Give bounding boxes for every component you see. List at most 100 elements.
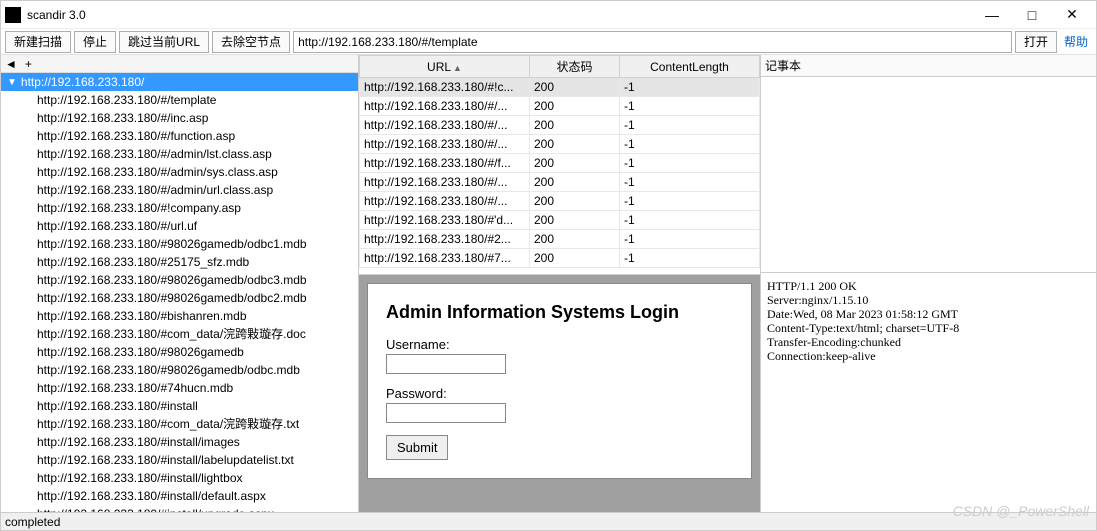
cell-url: http://192.168.233.180/#/... <box>360 97 530 116</box>
tree-item[interactable]: http://192.168.233.180/#98026gamedb/odbc… <box>1 361 358 379</box>
tree-item[interactable]: http://192.168.233.180/#com_data/浣跨敤璇存.d… <box>1 325 358 343</box>
tree-item[interactable]: http://192.168.233.180/#install/lightbox <box>1 469 358 487</box>
tree-item[interactable]: http://192.168.233.180/#install/upgrade.… <box>1 505 358 512</box>
help-link[interactable]: 帮助 <box>1060 33 1092 50</box>
tree-item[interactable]: http://192.168.233.180/#98026gamedb <box>1 343 358 361</box>
table-row[interactable]: http://192.168.233.180/#/...200-1 <box>360 192 760 211</box>
tree-tab-collapse[interactable]: ◄ <box>5 57 17 71</box>
tree-tab-add[interactable]: + <box>25 57 32 71</box>
tree-item[interactable]: http://192.168.233.180/#install/images <box>1 433 358 451</box>
results-table: URL▲ 状态码 ContentLength http://192.168.23… <box>359 55 760 268</box>
username-input[interactable] <box>386 354 506 374</box>
cell-url: http://192.168.233.180/#/... <box>360 192 530 211</box>
col-status[interactable]: 状态码 <box>530 56 620 78</box>
table-row[interactable]: http://192.168.233.180/#!c...200-1 <box>360 78 760 97</box>
preview-pane: Admin Information Systems Login Username… <box>359 275 760 512</box>
cell-status: 200 <box>530 211 620 230</box>
tree-item[interactable]: http://192.168.233.180/#98026gamedb/odbc… <box>1 271 358 289</box>
cell-len: -1 <box>620 154 760 173</box>
notes-body[interactable] <box>761 77 1096 272</box>
login-title: Admin Information Systems Login <box>386 302 733 323</box>
tree-item[interactable]: http://192.168.233.180/#/url.uf <box>1 217 358 235</box>
tree-item[interactable]: http://192.168.233.180/#/admin/sys.class… <box>1 163 358 181</box>
sort-icon: ▲ <box>453 63 462 73</box>
main: ◄ + http://192.168.233.180/ http://192.1… <box>1 55 1096 512</box>
tree-item[interactable]: http://192.168.233.180/#install <box>1 397 358 415</box>
tree-root[interactable]: http://192.168.233.180/ <box>1 73 358 91</box>
password-input[interactable] <box>386 403 506 423</box>
tree-item[interactable]: http://192.168.233.180/#install/labelupd… <box>1 451 358 469</box>
table-row[interactable]: http://192.168.233.180/#'d...200-1 <box>360 211 760 230</box>
cell-status: 200 <box>530 154 620 173</box>
cell-len: -1 <box>620 97 760 116</box>
window-title: scandir 3.0 <box>27 8 972 22</box>
cell-url: http://192.168.233.180/#/... <box>360 116 530 135</box>
submit-button[interactable]: Submit <box>386 435 448 460</box>
tree-item[interactable]: http://192.168.233.180/#bishanren.mdb <box>1 307 358 325</box>
toolbar: 新建扫描 停止 跳过当前URL 去除空节点 打开 帮助 <box>1 29 1096 55</box>
tree-item[interactable]: http://192.168.233.180/#/inc.asp <box>1 109 358 127</box>
cell-status: 200 <box>530 230 620 249</box>
table-row[interactable]: http://192.168.233.180/#7...200-1 <box>360 249 760 268</box>
cell-url: http://192.168.233.180/#!c... <box>360 78 530 97</box>
cell-len: -1 <box>620 116 760 135</box>
right-pane: 记事本 HTTP/1.1 200 OK Server:nginx/1.15.10… <box>761 55 1096 512</box>
table-row[interactable]: http://192.168.233.180/#2...200-1 <box>360 230 760 249</box>
open-button[interactable]: 打开 <box>1015 31 1057 53</box>
table-row[interactable]: http://192.168.233.180/#/...200-1 <box>360 135 760 154</box>
cell-url: http://192.168.233.180/#2... <box>360 230 530 249</box>
status-text: completed <box>5 515 60 529</box>
col-url[interactable]: URL▲ <box>360 56 530 78</box>
cell-url: http://192.168.233.180/#'d... <box>360 211 530 230</box>
close-button[interactable]: ✕ <box>1052 1 1092 29</box>
remove-empty-button[interactable]: 去除空节点 <box>212 31 290 53</box>
stop-button[interactable]: 停止 <box>74 31 116 53</box>
new-scan-button[interactable]: 新建扫描 <box>5 31 71 53</box>
tree-item[interactable]: http://192.168.233.180/#74hucn.mdb <box>1 379 358 397</box>
cell-len: -1 <box>620 211 760 230</box>
titlebar: scandir 3.0 — □ ✕ <box>1 1 1096 29</box>
tree-item[interactable]: http://192.168.233.180/#!company.asp <box>1 199 358 217</box>
tree-item[interactable]: http://192.168.233.180/#com_data/浣跨敤璇存.t… <box>1 415 358 433</box>
maximize-button[interactable]: □ <box>1012 1 1052 29</box>
cell-url: http://192.168.233.180/#7... <box>360 249 530 268</box>
cell-len: -1 <box>620 192 760 211</box>
results-table-wrap: URL▲ 状态码 ContentLength http://192.168.23… <box>359 55 760 275</box>
tree-item[interactable]: http://192.168.233.180/#install/default.… <box>1 487 358 505</box>
tree-list[interactable]: http://192.168.233.180/#/templatehttp://… <box>1 91 358 512</box>
tree-item[interactable]: http://192.168.233.180/#25175_sfz.mdb <box>1 253 358 271</box>
tree-item[interactable]: http://192.168.233.180/#/function.asp <box>1 127 358 145</box>
cell-len: -1 <box>620 249 760 268</box>
notes-header: 记事本 <box>761 55 1096 77</box>
center-pane: URL▲ 状态码 ContentLength http://192.168.23… <box>359 55 761 512</box>
cell-status: 200 <box>530 192 620 211</box>
statusbar: completed <box>1 512 1096 530</box>
cell-len: -1 <box>620 173 760 192</box>
skip-url-button[interactable]: 跳过当前URL <box>119 31 209 53</box>
cell-len: -1 <box>620 78 760 97</box>
table-row[interactable]: http://192.168.233.180/#/...200-1 <box>360 97 760 116</box>
cell-status: 200 <box>530 116 620 135</box>
window-controls: — □ ✕ <box>972 1 1092 29</box>
table-row[interactable]: http://192.168.233.180/#/...200-1 <box>360 116 760 135</box>
col-length[interactable]: ContentLength <box>620 56 760 78</box>
tree-item[interactable]: http://192.168.233.180/#/admin/url.class… <box>1 181 358 199</box>
tree-item[interactable]: http://192.168.233.180/#/template <box>1 91 358 109</box>
preview-content: Admin Information Systems Login Username… <box>367 283 752 479</box>
cell-len: -1 <box>620 135 760 154</box>
app-icon <box>5 7 21 23</box>
tree-item[interactable]: http://192.168.233.180/#98026gamedb/odbc… <box>1 289 358 307</box>
cell-status: 200 <box>530 78 620 97</box>
username-label: Username: <box>386 337 733 352</box>
cell-status: 200 <box>530 249 620 268</box>
table-row[interactable]: http://192.168.233.180/#/...200-1 <box>360 173 760 192</box>
cell-len: -1 <box>620 230 760 249</box>
tree-item[interactable]: http://192.168.233.180/#/admin/lst.class… <box>1 145 358 163</box>
url-input[interactable] <box>293 31 1012 53</box>
tree-item[interactable]: http://192.168.233.180/#98026gamedb/odbc… <box>1 235 358 253</box>
table-row[interactable]: http://192.168.233.180/#/f...200-1 <box>360 154 760 173</box>
minimize-button[interactable]: — <box>972 1 1012 29</box>
cell-status: 200 <box>530 135 620 154</box>
response-headers: HTTP/1.1 200 OK Server:nginx/1.15.10 Dat… <box>761 272 1096 512</box>
cell-status: 200 <box>530 173 620 192</box>
